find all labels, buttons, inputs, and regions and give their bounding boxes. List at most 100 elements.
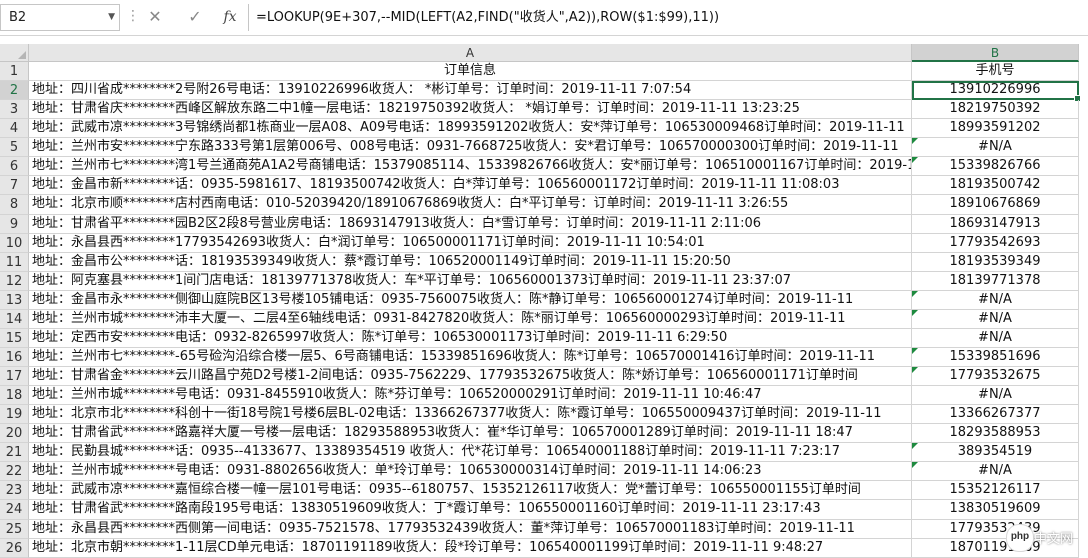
select-all-button[interactable] — [0, 44, 29, 62]
row-header[interactable]: 7 — [0, 176, 29, 196]
column-header-a[interactable]: A — [29, 44, 912, 62]
row-header[interactable]: 15 — [0, 328, 29, 348]
row-header[interactable]: 6 — [0, 157, 29, 177]
table-row: 2 地址：四川省成********2号附26号电话：13910226996收货人：… — [0, 81, 1088, 103]
cell-a1[interactable]: 订单信息 — [29, 62, 912, 82]
cell-order-info[interactable]: 地址：民勤县城********话：0935--4133677、133893545… — [29, 443, 912, 463]
cell-phone[interactable]: 18993591202 — [912, 119, 1079, 139]
row-header[interactable]: 12 — [0, 271, 29, 291]
row-header[interactable]: 16 — [0, 347, 29, 367]
cell-order-info[interactable]: 地址：甘肃省武********路嘉祥大厦一号楼一层电话：18293588953收… — [29, 424, 912, 444]
cell-order-info[interactable]: 地址：兰州市城********号电话：0931-8802656收货人：单*玲订单… — [29, 462, 912, 482]
cell-phone[interactable]: #N/A — [912, 462, 1079, 482]
cell-phone[interactable]: 389354519 — [912, 443, 1079, 463]
cell-phone[interactable]: 18193539349 — [912, 252, 1079, 272]
cell-order-info[interactable]: 地址：兰州市安********宁东路333号第1层第006号、008号电话：09… — [29, 138, 912, 158]
row-header[interactable]: 14 — [0, 309, 29, 329]
cell-order-info[interactable]: 地址：兰州市七********-65号硷沟沿综合楼一层5、6号商铺电话：1533… — [29, 347, 912, 367]
row-header[interactable]: 20 — [0, 424, 29, 444]
cell-order-info[interactable]: 地址：金昌市永********侧御山庭院B区13号楼105铺电话：0935-75… — [29, 290, 912, 310]
cell-order-info[interactable]: 地址：武威市凉********嘉恒综合楼一幢一层101号电话：0935--618… — [29, 481, 912, 501]
row-header[interactable]: 25 — [0, 519, 29, 539]
cell-phone[interactable]: 18139771378 — [912, 271, 1079, 291]
cell-order-info[interactable]: 地址：定西市安********电话：0932-8265997收货人：陈*订单号：… — [29, 328, 912, 348]
cell-phone[interactable]: 18693147913 — [912, 214, 1079, 234]
cell-phone[interactable]: 18910676869 — [912, 195, 1079, 215]
chevron-down-icon[interactable]: ▼ — [108, 5, 115, 30]
table-row: 9 地址：甘肃省平********园B2区2段8号营业房电话：1869314791… — [0, 214, 1088, 234]
cell-phone[interactable]: 18293588953 — [912, 424, 1079, 444]
cell-order-info[interactable]: 地址：四川省成********2号附26号电话：13910226996收货人： … — [29, 81, 912, 101]
cell-phone[interactable]: 13830519609 — [912, 500, 1079, 520]
cell-order-info[interactable]: 地址：甘肃省庆********西峰区解放东路二中1幢一层电话：182197503… — [29, 100, 912, 120]
cell-phone[interactable]: 17793532675 — [912, 367, 1079, 387]
cell-order-info[interactable]: 地址：甘肃省武********路南段195号电话：13830519609收货人：… — [29, 500, 912, 520]
close-icon[interactable]: ✕ — [143, 6, 167, 28]
cell-order-info[interactable]: 地址：北京市顺********店村西南电话：010-52039420/18910… — [29, 195, 912, 215]
error-indicator-icon — [912, 309, 918, 316]
more-icon[interactable]: ⋮ — [126, 8, 141, 24]
cell-phone[interactable]: 15339826766 — [912, 157, 1079, 177]
cell-order-info[interactable]: 地址：兰州市城********沛丰大厦一、二层4至6轴线电话：0931-8427… — [29, 309, 912, 329]
table-row: 16 地址：兰州市七********-65号硷沟沿综合楼一层5、6号商铺电话：15… — [0, 347, 1088, 367]
table-row: 23 地址：武威市凉********嘉恒综合楼一幢一层101号电话：0935--6… — [0, 481, 1088, 501]
row-header[interactable]: 19 — [0, 405, 29, 425]
row-header[interactable]: 21 — [0, 443, 29, 463]
row-header[interactable]: 2 — [0, 81, 29, 101]
row-header[interactable]: 8 — [0, 195, 29, 215]
table-row: 17 地址：甘肃省金********云川路昌宁苑D2号楼1-2间电话：0935-7… — [0, 367, 1088, 387]
cell-order-info[interactable]: 地址：兰州市七********湾1号兰通商苑A1A2号商铺电话：15379085… — [29, 157, 912, 177]
check-icon[interactable]: ✓ — [183, 6, 207, 28]
cell-order-info[interactable]: 地址：甘肃省平********园B2区2段8号营业房电话：18693147913… — [29, 214, 912, 234]
cell-order-info[interactable]: 地址：永昌县西********西侧第一间电话：0935-7521578、1779… — [29, 519, 912, 539]
row-header[interactable]: 26 — [0, 538, 29, 558]
cell-b1[interactable]: 手机号 — [912, 62, 1079, 82]
cell-phone[interactable]: 18193500742 — [912, 176, 1079, 196]
cell-phone[interactable]: 18219750392 — [912, 100, 1079, 120]
row-header[interactable]: 9 — [0, 214, 29, 234]
watermark-text: 中文网 — [1034, 532, 1074, 547]
row-header[interactable]: 17 — [0, 367, 29, 387]
selected-cell[interactable]: 13910226996 — [912, 81, 1081, 103]
row-header[interactable]: 5 — [0, 138, 29, 158]
cell-phone[interactable]: 17793542693 — [912, 233, 1079, 253]
cell-phone[interactable]: 13366267377 — [912, 405, 1079, 425]
cell-phone[interactable]: #N/A — [912, 328, 1079, 348]
name-box[interactable]: B2 ▼ — [0, 4, 120, 31]
cell-order-info[interactable]: 地址：永昌县西********17793542693收货人：白*润订单号：106… — [29, 233, 912, 253]
cell-order-info[interactable]: 地址：阿克塞县********1间门店电话：18139771378收货人：车*平… — [29, 271, 912, 291]
row-header[interactable]: 18 — [0, 386, 29, 406]
cell-order-info[interactable]: 地址：武威市凉********3号锦绣尚都1栋商业一层A08、A09号电话：18… — [29, 119, 912, 139]
row-header[interactable]: 3 — [0, 100, 29, 120]
cell-phone[interactable]: #N/A — [912, 138, 1079, 158]
cell-phone[interactable]: #N/A — [912, 386, 1079, 406]
row-header[interactable]: 11 — [0, 252, 29, 272]
table-row: 20 地址：甘肃省武********路嘉祥大厦一号楼一层电话：1829358895… — [0, 424, 1088, 444]
function-icon[interactable]: fx — [218, 6, 242, 28]
table-row: 13 地址：金昌市永********侧御山庭院B区13号楼105铺电话：0935-… — [0, 290, 1088, 310]
row-header[interactable]: 10 — [0, 233, 29, 253]
table-row: 5 地址：兰州市安********宁东路333号第1层第006号、008号电话：0… — [0, 138, 1088, 158]
row-header[interactable]: 24 — [0, 500, 29, 520]
table-row: 19 地址：北京市北********科创十一街18号院1号楼6层BL-02电话：1… — [0, 405, 1088, 425]
column-header-b[interactable]: B — [912, 44, 1079, 62]
row-header[interactable]: 22 — [0, 462, 29, 482]
row-header[interactable]: 23 — [0, 481, 29, 501]
row-header[interactable]: 1 — [0, 62, 29, 82]
error-indicator-icon — [912, 290, 918, 297]
cell-phone[interactable]: #N/A — [912, 290, 1079, 310]
table-row: 6 地址：兰州市七********湾1号兰通商苑A1A2号商铺电话：1537908… — [0, 157, 1088, 177]
cell-order-info[interactable]: 地址：甘肃省金********云川路昌宁苑D2号楼1-2间电话：0935-756… — [29, 367, 912, 387]
row-header[interactable]: 13 — [0, 290, 29, 310]
cell-order-info[interactable]: 地址：金昌市公********话：18193539349收货人：蔡*霞订单号：1… — [29, 252, 912, 272]
table-row: 7 地址：金昌市新********话：0935-5981617、181935007… — [0, 176, 1088, 196]
row-header[interactable]: 4 — [0, 119, 29, 139]
cell-phone[interactable]: 15352126117 — [912, 481, 1079, 501]
cell-order-info[interactable]: 地址：兰州市城********号电话：0931-8455910收货人：陈*芬订单… — [29, 386, 912, 406]
cell-phone[interactable]: 15339851696 — [912, 347, 1079, 367]
cell-order-info[interactable]: 地址：金昌市新********话：0935-5981617、1819350074… — [29, 176, 912, 196]
cell-order-info[interactable]: 地址：北京市北********科创十一街18号院1号楼6层BL-02电话：133… — [29, 405, 912, 425]
cell-order-info[interactable]: 地址：北京市朝********1-11层CD单元电话：18701191189收货… — [29, 538, 912, 558]
formula-input[interactable]: =LOOKUP(9E+307,--MID(LEFT(A2,FIND("收货人",… — [256, 4, 719, 31]
cell-phone[interactable]: #N/A — [912, 309, 1079, 329]
